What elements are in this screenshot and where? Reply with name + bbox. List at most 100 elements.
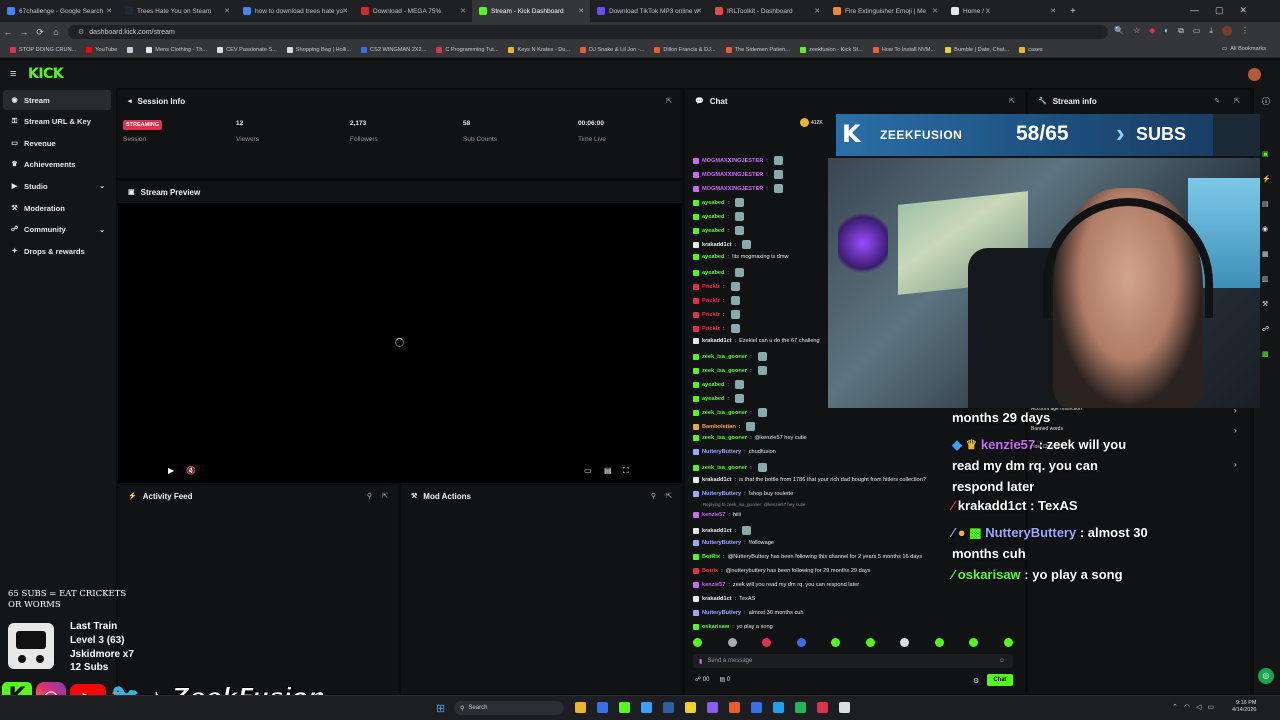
info-icon[interactable]: ⓘ xyxy=(1262,96,1270,107)
taskbar-app-icon[interactable] xyxy=(773,702,784,713)
bookmark-item[interactable]: YouTube xyxy=(86,46,117,53)
chat-username[interactable]: NutteryButtery xyxy=(702,491,741,497)
chat-username[interactable]: ayeabed xyxy=(702,382,724,388)
browser-tab[interactable]: Home / X ✕ xyxy=(944,0,1062,22)
browser-tab[interactable]: Stream - Kick Dashboard ✕ xyxy=(472,0,590,22)
chat-username[interactable]: krakadd1ct xyxy=(702,596,732,602)
browser-tab[interactable]: how to download trees hate yo ✕ xyxy=(236,0,354,22)
zoom-icon[interactable]: 🔍 xyxy=(1114,26,1124,36)
star-icon[interactable]: ☆ xyxy=(1133,26,1140,36)
bookmark-item[interactable]: cases xyxy=(1019,46,1043,53)
tool-icon[interactable]: ◉ xyxy=(1262,225,1271,233)
chat-username[interactable]: krakadd1ct xyxy=(702,528,732,534)
emote-icon[interactable] xyxy=(934,638,944,647)
bookmark-item[interactable]: Mens Clothing - Th... xyxy=(146,46,207,53)
emote-icon[interactable] xyxy=(693,638,702,647)
tool-icon[interactable]: ▦ xyxy=(1262,250,1271,258)
chat-username[interactable]: MOGMAXXINGJESTER xyxy=(702,186,763,192)
theater-mode-icon[interactable]: ▭ xyxy=(584,466,592,475)
new-tab-icon[interactable]: + xyxy=(1070,6,1076,17)
taskbar-app-icon[interactable] xyxy=(575,702,586,713)
chat-message[interactable]: ayeabed: xyxy=(693,380,744,389)
chat-message[interactable]: zeek_isa_gooner: xyxy=(693,408,767,417)
address-bar[interactable]: ⚙ dashboard.kick.com/stream xyxy=(68,25,1108,39)
minimize-icon[interactable]: — xyxy=(1190,5,1199,16)
chat-username[interactable]: NutteryButtery xyxy=(702,610,741,616)
bookmark-item[interactable]: STOP DOING CRUN... xyxy=(10,46,76,53)
emote-icon[interactable] xyxy=(865,638,875,647)
chat-username[interactable]: Bambolettan xyxy=(702,424,736,430)
chat-message[interactable]: zeek_isa_gooner: xyxy=(693,463,767,472)
chevron-up-icon[interactable]: ⌃ xyxy=(1172,703,1178,711)
extension-icon[interactable]: ◐ xyxy=(1164,26,1169,36)
chat-username[interactable]: Pricklz xyxy=(702,298,720,304)
chat-message[interactable]: MOGMAXXINGJESTER: xyxy=(693,184,783,193)
bookmark-item[interactable]: Shopping Bag | Holli... xyxy=(286,46,351,53)
filter-icon[interactable]: ⚲ xyxy=(367,492,372,500)
close-tab-icon[interactable]: ✕ xyxy=(342,7,348,15)
sidebar-item[interactable]: ▶ Studio ⌄ xyxy=(3,176,111,196)
browser-tab[interactable]: Trees Hate You on Steam ✕ xyxy=(118,0,236,22)
bookmark-item[interactable]: The Sidemen Patien... xyxy=(725,46,790,53)
menu-icon[interactable]: ⋮ xyxy=(1241,26,1249,36)
chat-username[interactable]: Pricklz xyxy=(702,312,720,318)
chat-message[interactable]: oskarisaw: yo play a song xyxy=(693,624,773,630)
chat-message[interactable]: MOGMAXXINGJESTER: xyxy=(693,170,783,179)
chat-username[interactable]: MOGMAXXINGJESTER xyxy=(702,158,763,164)
users-icon[interactable]: ☍ 00 xyxy=(695,676,709,683)
reload-icon[interactable]: ⟳ xyxy=(32,27,48,38)
chat-username[interactable]: ayeabed xyxy=(702,270,724,276)
bookmark-item[interactable]: How To Install NVM... xyxy=(872,46,935,53)
chat-message[interactable]: kenzie57: hiiii xyxy=(693,512,741,518)
chat-username[interactable]: ayeabed xyxy=(702,228,724,234)
close-tab-icon[interactable]: ✕ xyxy=(932,7,938,15)
maximize-icon[interactable]: ▢ xyxy=(1215,5,1224,16)
close-icon[interactable]: ✕ xyxy=(1240,5,1248,16)
taskbar-app-icon[interactable] xyxy=(707,702,718,713)
emote-icon[interactable] xyxy=(831,638,841,647)
tool-icon[interactable]: ▩ xyxy=(1262,350,1271,358)
chat-message[interactable]: NutteryButtery: !shop buy roulette xyxy=(693,491,793,497)
chat-message[interactable]: krakadd1ct: Ezekiel can u do the 67 chall… xyxy=(693,338,820,344)
chat-username[interactable]: MOGMAXXINGJESTER xyxy=(702,172,763,178)
pip-icon[interactable]: ▤ xyxy=(604,466,612,475)
chat-username[interactable]: kenzie57 xyxy=(702,512,725,518)
clipboard-icon[interactable]: ▤ 0 xyxy=(719,676,730,683)
forward-icon[interactable]: → xyxy=(16,27,32,37)
bookmark-item[interactable]: zeekfusion - Kick St... xyxy=(799,46,863,53)
chat-username[interactable]: kenzie57 xyxy=(702,582,725,588)
fullscreen-icon[interactable]: ⛶ xyxy=(623,466,629,476)
chat-message[interactable]: MOGMAXXINGJESTER: xyxy=(693,156,783,165)
sidebar-item[interactable]: ♛ Achievements xyxy=(3,155,111,175)
chat-message[interactable]: ayeabed: !its mogmaxing is dmw xyxy=(693,254,789,260)
taskbar-search[interactable]: ⚲ Search xyxy=(454,701,564,715)
chat-message[interactable]: Pricklz: xyxy=(693,282,740,291)
chat-message[interactable]: Botrix: @nutterybuttery has been followin… xyxy=(693,568,870,574)
emote-icon[interactable] xyxy=(1003,638,1013,647)
popout-icon[interactable]: ⇱ xyxy=(382,492,388,500)
profile-avatar[interactable] xyxy=(1221,26,1232,36)
bookmark-item[interactable] xyxy=(127,46,136,53)
emote-icon[interactable] xyxy=(762,638,772,647)
chat-message[interactable]: krakadd1ct: xyxy=(693,526,752,535)
chat-username[interactable]: Botrix xyxy=(702,568,718,574)
chat-message[interactable]: krakadd1ct: xyxy=(693,240,752,249)
edit-icon[interactable]: ✎ xyxy=(1214,97,1220,105)
tool-icon[interactable]: ⚒ xyxy=(1262,300,1271,308)
browser-tab[interactable]: 67challenge - Google Search ✕ xyxy=(0,0,118,22)
chat-message[interactable]: krakadd1ct: TexAS xyxy=(693,596,755,602)
popout-icon[interactable]: ⇱ xyxy=(666,97,672,105)
chat-username[interactable]: ayeabed xyxy=(702,200,724,206)
emote-icon[interactable] xyxy=(727,638,737,647)
close-tab-icon[interactable]: ✕ xyxy=(460,7,466,15)
bookmark-item[interactable]: DJ Snake & Lil Jon -... xyxy=(580,46,644,53)
chat-input[interactable]: ▮ Send a message ☺ xyxy=(693,654,1013,668)
chat-message[interactable]: zeek_isa_gooner: @kenzie57 hey cutie xyxy=(693,435,807,441)
volume-icon[interactable]: ◁ xyxy=(1196,703,1201,711)
battery-icon[interactable]: ▭ xyxy=(1207,703,1214,711)
chat-message[interactable]: Bambolettan: xyxy=(693,422,756,431)
sidebar-item[interactable]: ⚒ Moderation xyxy=(3,198,111,218)
bookmark-item[interactable]: Dillon Francis & DJ... xyxy=(654,46,716,53)
tool-icon[interactable]: ▤ xyxy=(1262,200,1271,208)
close-tab-icon[interactable]: ✕ xyxy=(814,7,820,15)
